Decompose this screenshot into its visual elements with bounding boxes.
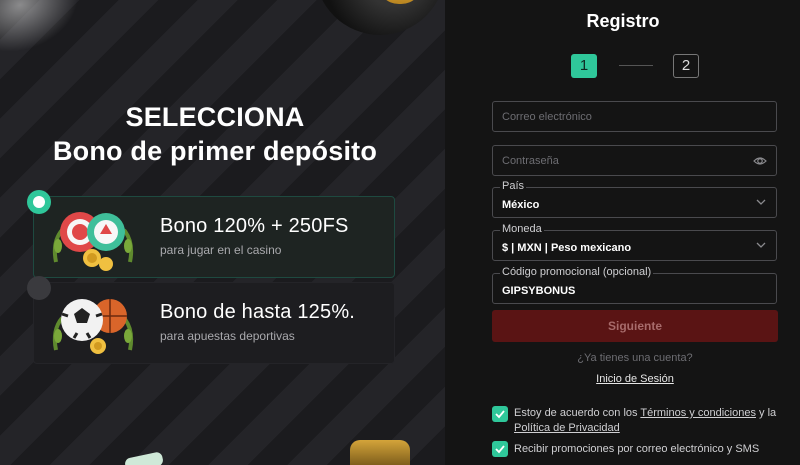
login-link-wrapper: Inicio de Sesión [492,373,778,385]
terms-prefix: Estoy de acuerdo con los [514,407,641,419]
bonus-title: Bono de hasta 125%. [160,301,356,323]
bonus-title: Bono 120% + 250FS [160,215,349,237]
casino-chips-icon [52,212,134,271]
terms-text: Estoy de acuerdo con los Términos y cond… [514,406,786,436]
bonus-option-sports[interactable]: Bono de hasta 125%. para apuestas deport… [27,276,395,364]
next-button[interactable]: Siguiente [492,310,778,342]
check-icon [495,445,505,454]
promo-panel: SELECCIONA Bono de primer depósito Bono … [0,0,445,465]
login-link[interactable]: Inicio de Sesión [596,373,674,385]
country-label: País [500,180,527,192]
terms-checkbox[interactable] [492,406,508,422]
step-connector [619,65,653,66]
promo-code-label: Código promocional (opcional) [500,266,654,278]
promotions-text: Recibir promociones por correo electróni… [514,443,760,455]
football-decoration [315,0,445,35]
form-title: Registro [586,11,660,31]
currency-select[interactable]: Moneda $ | MXN | Peso mexicano [492,223,777,261]
currency-value: $ | MXN | Peso mexicano [502,242,632,254]
email-field[interactable]: Correo electrónico [492,101,777,132]
sports-ball-icon [52,299,134,354]
trophy-decoration [350,440,410,465]
promo-title-line2: Bono de primer depósito [52,136,378,166]
privacy-link[interactable]: Política de Privacidad [514,422,620,434]
registration-panel: Registro 1 2 Correo electrónico Contrase… [445,0,800,465]
promo-title-line1: SELECCIONA [125,102,305,132]
promo-code-field[interactable]: Código promocional (opcional) GIPSYBONUS [492,266,777,304]
chevron-down-icon [756,199,766,205]
password-field[interactable]: Contraseña [492,145,777,176]
bonus-subtitle: para apuestas deportivas [160,329,295,343]
email-placeholder: Correo electrónico [502,111,592,123]
country-value: México [502,199,540,211]
eye-icon[interactable] [753,154,767,168]
country-select[interactable]: País México [492,180,777,218]
step-2: 2 [673,54,699,78]
promo-title: SELECCIONA Bono de primer depósito [0,100,430,168]
terms-middle: y la [755,407,777,419]
promo-code-value: GIPSYBONUS [502,285,576,297]
bonus-option-casino[interactable]: Bono 120% + 250FS para jugar en el casin… [27,190,395,278]
check-icon [495,410,505,419]
step-1: 1 [571,54,597,78]
have-account-text: ¿Ya tienes una cuenta? [577,352,693,364]
stepper: 1 2 [571,54,699,78]
bonus-subtitle: para jugar en el casino [160,243,282,257]
promotions-checkbox[interactable] [492,441,508,457]
terms-link[interactable]: Términos y condiciones [640,407,756,419]
chip-decoration [123,451,165,465]
chevron-down-icon [756,242,766,248]
currency-label: Moneda [500,223,544,235]
password-placeholder: Contraseña [502,155,559,167]
